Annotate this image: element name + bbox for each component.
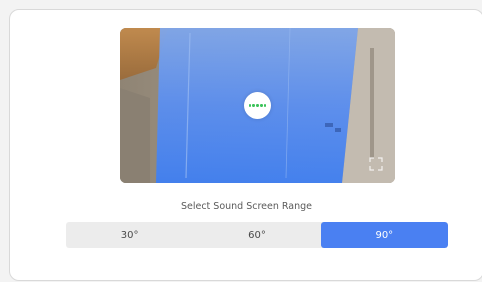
door-handle xyxy=(370,48,374,158)
range-caption: Select Sound Screen Range xyxy=(180,201,313,212)
range-selector: 30° 60° 90° xyxy=(66,222,448,248)
loading-dots-icon xyxy=(244,92,271,119)
camera-preview xyxy=(120,28,395,183)
left-frame xyxy=(120,88,150,183)
range-option-60[interactable]: 60° xyxy=(193,222,320,248)
door-sign xyxy=(325,123,333,127)
range-option-30[interactable]: 30° xyxy=(66,222,193,248)
sound-range-card: Select Sound Screen Range 30° 60° 90° xyxy=(9,9,482,281)
door-sign xyxy=(335,128,341,132)
expand-icon[interactable] xyxy=(369,157,383,171)
range-option-90[interactable]: 90° xyxy=(320,222,448,248)
